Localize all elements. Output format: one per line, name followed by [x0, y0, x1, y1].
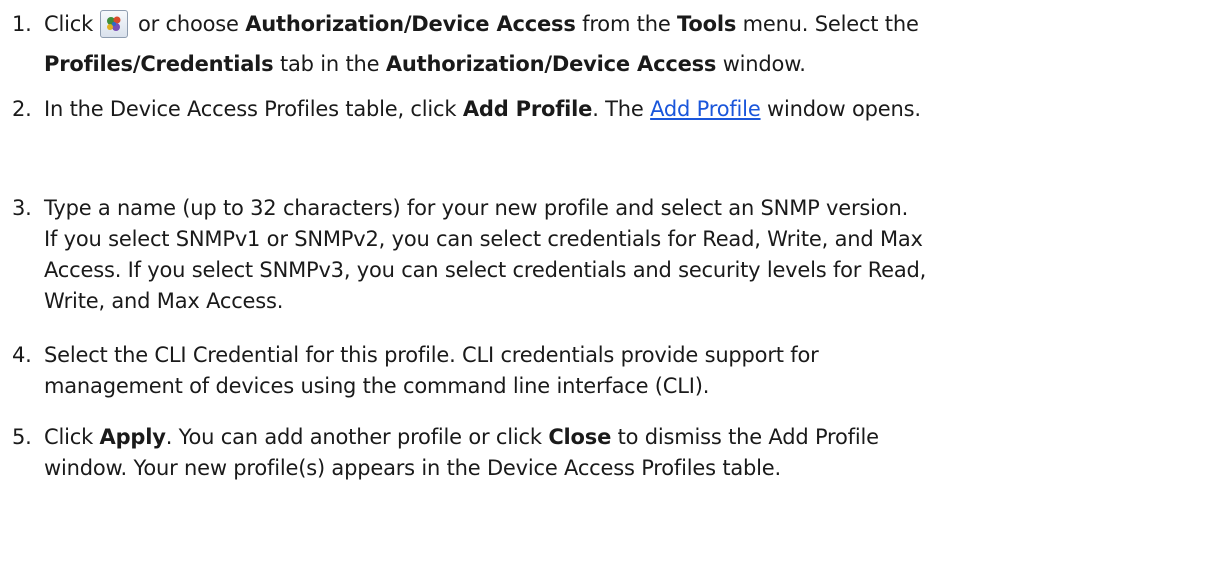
- add-profile-link[interactable]: Add Profile: [650, 97, 761, 121]
- step-line: management of devices using the command …: [44, 374, 710, 398]
- text: tab in the: [273, 52, 386, 76]
- step-number: 4.: [12, 343, 32, 367]
- step-line: window. Your new profile(s) appears in t…: [44, 456, 781, 480]
- step-body: Click or choose Authorization/Device Acc…: [44, 4, 919, 84]
- tab-reference: Profiles/Credentials: [44, 52, 274, 76]
- text: window.: [716, 52, 806, 76]
- instruction-steps: 1. Click or choose Authorization/Device …: [0, 0, 1220, 574]
- text: from the: [575, 12, 678, 36]
- step-4: 4. Select the CLI Credential for this pr…: [12, 340, 819, 402]
- step-number: 3.: [12, 196, 32, 220]
- text: In the Device Access Profiles table, cli…: [44, 97, 463, 121]
- step-1: 1. Click or choose Authorization/Device …: [12, 4, 919, 84]
- step-line: Click or choose Authorization/Device Acc…: [44, 4, 919, 44]
- step-number: 2.: [12, 97, 32, 121]
- step-line: Profiles/Credentials tab in the Authoriz…: [44, 44, 919, 84]
- step-body: Type a name (up to 32 characters) for yo…: [44, 193, 926, 317]
- step-line: Select the CLI Credential for this profi…: [44, 343, 819, 367]
- step-line: If you select SNMPv1 or SNMPv2, you can …: [44, 227, 923, 251]
- button-reference: Close: [548, 425, 612, 449]
- text: or choose: [131, 12, 246, 36]
- window-reference: Authorization/Device Access: [385, 52, 717, 76]
- text: . The: [592, 97, 651, 121]
- text: Click: [44, 425, 100, 449]
- text: window opens.: [760, 97, 921, 121]
- step-3: 3. Type a name (up to 32 characters) for…: [12, 193, 926, 317]
- step-line: Click Apply. You can add another profile…: [44, 422, 879, 453]
- step-line: In the Device Access Profiles table, cli…: [44, 89, 921, 129]
- button-reference: Add Profile: [462, 97, 593, 121]
- text: Click: [44, 12, 100, 36]
- step-line: Write, and Max Access.: [44, 289, 284, 313]
- step-number: 1.: [12, 12, 32, 36]
- text: menu. Select the: [736, 12, 919, 36]
- menu-item-reference: Authorization/Device Access: [245, 12, 576, 36]
- menu-reference: Tools: [677, 12, 737, 36]
- text: . You can add another profile or click: [165, 425, 549, 449]
- step-2: 2. In the Device Access Profiles table, …: [12, 89, 921, 129]
- step-body: Click Apply. You can add another profile…: [44, 422, 879, 484]
- step-number: 5.: [12, 425, 32, 449]
- button-reference: Apply: [99, 425, 166, 449]
- step-line: Access. If you select SNMPv3, you can se…: [44, 258, 927, 282]
- step-body: Select the CLI Credential for this profi…: [44, 340, 819, 402]
- step-5: 5. Click Apply. You can add another prof…: [12, 422, 879, 484]
- authorization-device-access-icon[interactable]: [99, 10, 128, 38]
- step-line: Type a name (up to 32 characters) for yo…: [44, 196, 909, 220]
- step-body: In the Device Access Profiles table, cli…: [44, 89, 921, 129]
- text: to dismiss the Add Profile: [611, 425, 879, 449]
